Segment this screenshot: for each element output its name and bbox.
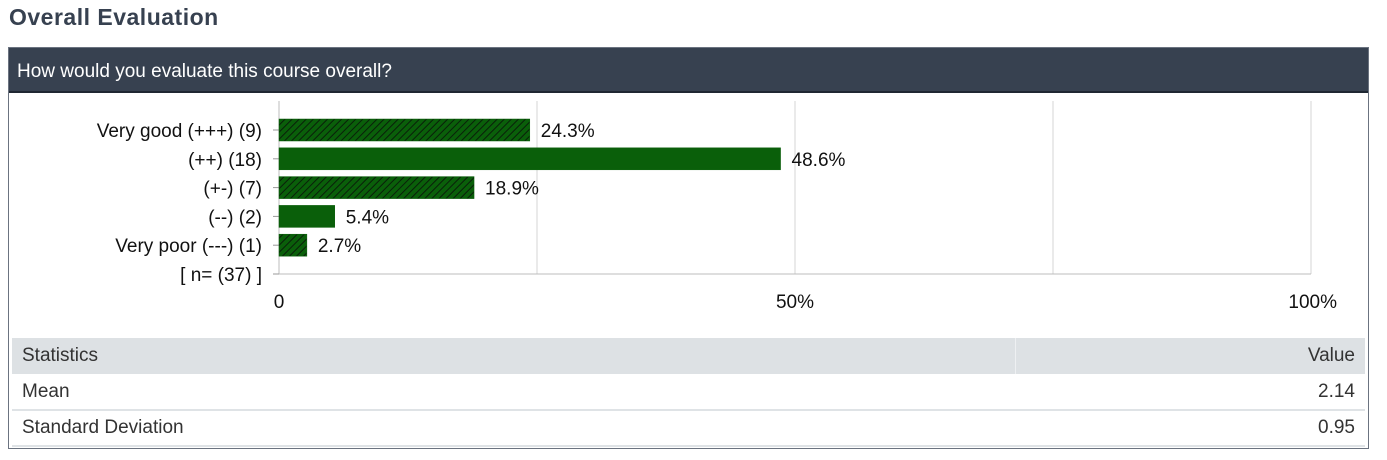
statistic-label: Mean bbox=[12, 374, 1015, 411]
statistics-header-value: Value bbox=[1014, 338, 1365, 374]
data-label: 24.3% bbox=[541, 121, 595, 142]
bar bbox=[278, 147, 781, 171]
data-label: 18.9% bbox=[485, 179, 539, 200]
category-label: (--) (2) bbox=[208, 207, 262, 228]
category-label: (+-) (7) bbox=[203, 179, 262, 200]
bar-chart: Very good (+++) (9) 24.3% (++) (18) 48.6% (+… bbox=[97, 101, 1337, 313]
category-label: Very poor (---) (1) bbox=[115, 236, 262, 257]
statistic-label: Standard Deviation bbox=[12, 410, 1015, 447]
x-tick-label: 50% bbox=[776, 292, 814, 313]
bar bbox=[278, 176, 475, 199]
data-label: 2.7% bbox=[318, 236, 361, 257]
x-tick-label: 100% bbox=[1288, 292, 1337, 313]
bar bbox=[278, 233, 308, 257]
n-label: [ n= (37) ] bbox=[180, 265, 262, 286]
bar bbox=[278, 118, 531, 142]
statistics-header-row: Statistics Value bbox=[12, 338, 1365, 374]
section-title: Overall Evaluation bbox=[9, 4, 219, 30]
statistics-header-label: Statistics bbox=[12, 338, 1015, 374]
statistic-value: 2.14 bbox=[1015, 374, 1365, 411]
statistics-row-mean: Mean 2.14 bbox=[12, 374, 1365, 411]
x-tick-label: 0 bbox=[274, 292, 285, 313]
question-card: How would you evaluate this course overa… bbox=[8, 47, 1369, 449]
data-label: 5.4% bbox=[346, 207, 389, 228]
statistics-row-std-dev: Standard Deviation 0.95 bbox=[12, 410, 1365, 447]
data-label: 48.6% bbox=[792, 150, 846, 171]
bar bbox=[278, 205, 335, 228]
statistics-table: Statistics Value Mean 2.14 Standard Devi… bbox=[12, 338, 1365, 447]
category-label: Very good (+++) (9) bbox=[97, 121, 262, 142]
category-label: (++) (18) bbox=[188, 150, 262, 171]
statistic-value: 0.95 bbox=[1015, 410, 1365, 447]
